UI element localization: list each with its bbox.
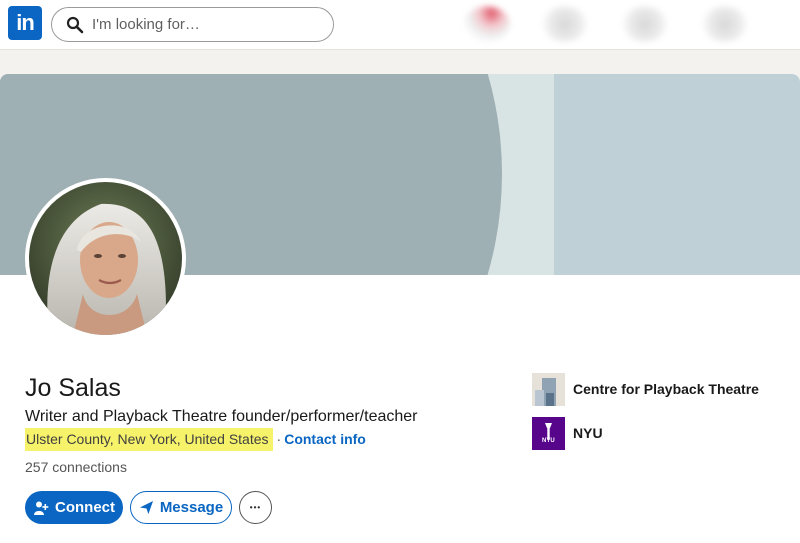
connect-button[interactable]: Connect bbox=[25, 491, 123, 524]
top-nav: in bbox=[0, 0, 800, 50]
search-input[interactable] bbox=[92, 8, 322, 41]
profile-headline: Writer and Playback Theatre founder/perf… bbox=[25, 408, 418, 425]
separator-dot: · bbox=[276, 431, 282, 447]
connect-label: Connect bbox=[55, 499, 115, 516]
nyu-torch-logo bbox=[532, 416, 565, 450]
org-name: NYU bbox=[573, 425, 603, 441]
profile-card: Jo Salas Writer and Playback Theatre fou… bbox=[0, 74, 800, 543]
message-button[interactable]: Message bbox=[130, 491, 232, 524]
search-icon bbox=[66, 16, 84, 34]
profile-name: Jo Salas bbox=[25, 374, 121, 402]
location-row: Ulster County, New York, United States · C… bbox=[25, 428, 366, 451]
nav-item-blurred[interactable] bbox=[622, 6, 668, 42]
search-bar[interactable] bbox=[51, 7, 334, 42]
org-centre-playback-theatre[interactable]: Centre for Playback Theatre bbox=[532, 372, 759, 406]
building-icon bbox=[532, 372, 565, 406]
org-name: Centre for Playback Theatre bbox=[573, 381, 759, 397]
nyu-logo-text: NYU bbox=[542, 438, 555, 444]
nav-item-blurred[interactable] bbox=[542, 6, 588, 42]
send-icon bbox=[139, 500, 153, 515]
more-actions-button[interactable]: ••• bbox=[239, 491, 272, 524]
message-label: Message bbox=[159, 499, 224, 516]
linkedin-logo[interactable]: in bbox=[8, 6, 42, 40]
profile-photo[interactable] bbox=[25, 178, 186, 339]
contact-info-link[interactable]: Contact info bbox=[284, 431, 366, 447]
nav-item-blurred[interactable] bbox=[702, 6, 748, 42]
nav-item-blurred[interactable] bbox=[464, 6, 510, 42]
more-icon: ••• bbox=[249, 503, 262, 512]
profile-location: Ulster County, New York, United States bbox=[25, 428, 273, 451]
add-person-icon bbox=[34, 501, 49, 515]
org-nyu[interactable]: NYU NYU bbox=[532, 416, 603, 450]
connections-count: 257 connections bbox=[25, 459, 127, 475]
